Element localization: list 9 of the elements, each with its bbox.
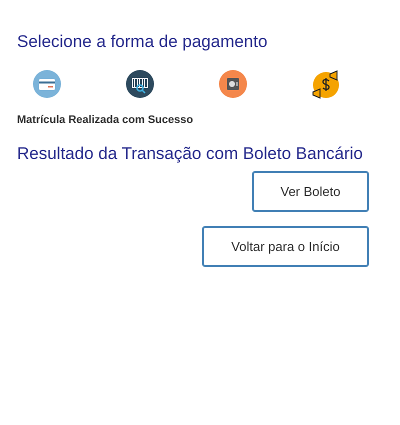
- money-megaphone-icon[interactable]: [310, 68, 342, 100]
- safe-icon[interactable]: [218, 70, 246, 98]
- success-message: Matrícula Realizada com Sucesso: [16, 113, 194, 127]
- back-home-button[interactable]: Voltar para o Início: [202, 226, 369, 267]
- credit-card-icon[interactable]: [32, 70, 60, 98]
- section-heading: Selecione a forma de pagamento: [16, 31, 268, 53]
- view-boleto-button[interactable]: Ver Boleto: [252, 171, 369, 212]
- barcode-search-icon[interactable]: [126, 70, 154, 98]
- result-title: Resultado da Transação com Boleto Bancário: [16, 143, 364, 165]
